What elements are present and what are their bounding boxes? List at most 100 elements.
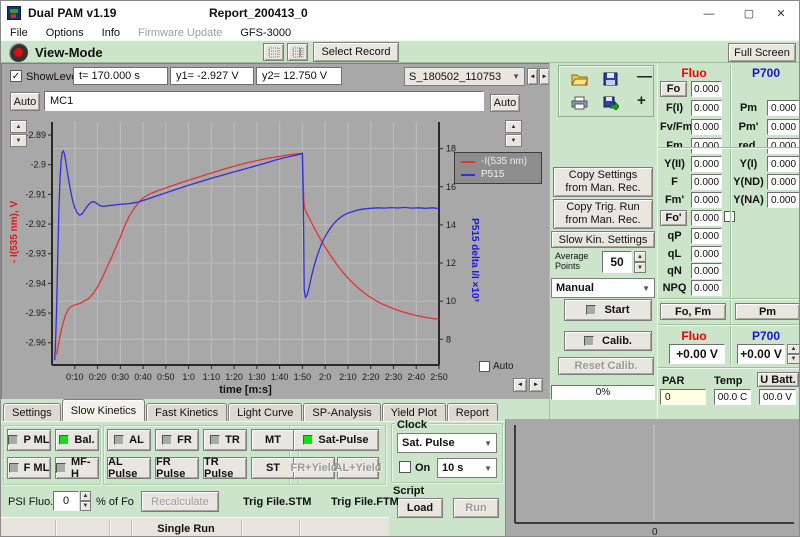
svg-text:10: 10 [446,296,456,306]
measure-value-npq: 0.000 [691,280,722,296]
reset-calib-button[interactable]: Reset Calib. [558,357,654,375]
menu-item-gfs-3000[interactable]: GFS-3000 [231,27,300,39]
minimize-icon[interactable]: — [695,4,723,23]
st-button[interactable]: ST [251,457,295,479]
x-auto-checkbox[interactable] [479,361,490,372]
calib-indicator [584,336,594,346]
save-icon[interactable] [603,72,618,89]
full-screen-button[interactable]: Full Screen [728,43,796,62]
pm-button[interactable]: Pm [735,303,800,320]
svg-text:14: 14 [446,220,456,230]
f-ml-button[interactable]: F ML [7,457,51,479]
al-pulse-button[interactable]: AL Pulse [107,457,151,479]
psi-fluo-field[interactable]: 0 [53,491,79,511]
fr-pulse-button[interactable]: FR Pulse [155,457,199,479]
recalculate-button[interactable]: Recalculate [141,491,219,512]
menu-item-firmware-update[interactable]: Firmware Update [129,27,231,39]
legend-entry: P515 [461,168,535,181]
x-scroll-right-button[interactable]: ► [529,378,543,392]
trigger-mode-select[interactable]: Manual ▼ [551,278,655,298]
button-label: TR [225,434,240,446]
measure-label-red: red. [732,140,765,152]
clock-on-checkbox[interactable] [399,461,411,473]
start-button[interactable]: Start [564,299,652,321]
record-icon[interactable] [9,43,28,62]
al-button[interactable]: AL [107,429,151,451]
file-actions-box: — + [558,65,654,117]
offset-down-icon[interactable]: ▼ [787,354,800,364]
button-label: Sat-Pulse [318,434,368,446]
expand-icon[interactable]: + [637,92,646,109]
mf-h-button[interactable]: MF-H [55,457,99,479]
script-load-button[interactable]: Load [397,498,443,518]
maximize-icon[interactable]: ▢ [735,4,763,23]
export-icon[interactable] [603,96,619,113]
svg-text:1:20: 1:20 [225,372,243,382]
fo-fm-button[interactable]: Fo, Fm [660,303,726,320]
status-divider [241,520,242,537]
slow-kin-settings-button[interactable]: Slow Kin. Settings [551,231,655,248]
fr-button[interactable]: FR [155,429,199,451]
x-auto-label: Auto [493,361,514,372]
menu-item-file[interactable]: File [1,27,37,39]
fr-yield-button[interactable]: FR+Yield [293,457,335,479]
close-icon[interactable]: ✕ [767,4,795,23]
fr-indicator [162,435,172,445]
psi-fluo-up-icon[interactable]: ▲ [80,491,91,501]
copy-trig-line2: from Man. Rec. [565,214,640,227]
tab-report[interactable]: Report [447,403,498,421]
average-points-up-icon[interactable]: ▲ [634,251,646,262]
offset-up-icon[interactable]: ▲ [787,344,800,354]
tab-settings[interactable]: Settings [3,403,61,421]
print-icon[interactable] [571,96,588,113]
copy-settings-button[interactable]: Copy Settings from Man. Rec. [553,167,653,197]
legend-label: P515 [481,169,504,180]
clock-interval-select[interactable]: 10 s ▼ [437,458,497,478]
calib-button[interactable]: Calib. [564,331,652,351]
menu-item-options[interactable]: Options [37,27,93,39]
run-mode-status: Single Run [133,523,239,535]
svg-text:1:30: 1:30 [248,372,266,382]
copy-trig-run-button[interactable]: Copy Trig. Run from Man. Rec. [553,199,653,229]
signal-fluo-header: Fluo [658,329,730,343]
tr-button[interactable]: TR [203,429,247,451]
p-ml-button[interactable]: P ML [7,429,51,451]
x-scroll-left-button[interactable]: ◄ [513,378,527,392]
measure-value-yi: 0.000 [767,156,800,172]
mt-button[interactable]: MT [251,429,295,451]
grid-view-alt-icon[interactable] [287,43,308,61]
clock-mode-select[interactable]: Sat. Pulse ▼ [397,433,497,453]
tab-fast-kinetics[interactable]: Fast Kinetics [146,403,227,421]
average-points-down-icon[interactable]: ▼ [634,262,646,273]
svg-text:- I(535 nm), V: - I(535 nm), V [9,201,20,264]
measure-label-fo[interactable]: Fo [660,81,687,97]
right-axis-down-icon[interactable]: ▼ [505,134,522,147]
column-divider [730,65,731,365]
collapse-icon[interactable]: — [637,68,652,85]
button-label: MF-H [71,456,98,480]
average-points-field[interactable]: 50 [602,251,632,273]
clock-label: Clock [395,419,429,431]
button-label: AL [129,434,144,446]
open-folder-icon[interactable] [571,72,588,89]
tab-strip: SettingsSlow KineticsFast KineticsLight … [1,399,549,421]
ubatt-button[interactable]: U Batt. [757,372,799,387]
script-run-button[interactable]: Run [453,498,499,518]
sat-pulse-button[interactable]: Sat-Pulse [293,429,379,451]
tr-pulse-button[interactable]: TR Pulse [203,457,247,479]
svg-text:-2.93: -2.93 [25,249,46,259]
al-yield-button[interactable]: AL+Yield [337,457,379,479]
menu-item-info[interactable]: Info [93,27,129,39]
right-axis-up-icon[interactable]: ▲ [505,120,522,133]
psi-fluo-down-icon[interactable]: ▼ [80,501,91,511]
grid-view-icon[interactable] [263,43,284,61]
f-ml-indicator [9,463,19,473]
bal--button[interactable]: Bal. [55,429,99,451]
tab-sp-analysis[interactable]: SP-Analysis [303,403,380,421]
tab-light-curve[interactable]: Light Curve [228,403,302,421]
measure-label-fo[interactable]: Fo' [660,210,687,226]
left-axis-down-icon[interactable]: ▼ [10,134,27,147]
left-axis-up-icon[interactable]: ▲ [10,120,27,133]
select-record-button[interactable]: Select Record [313,42,399,62]
tab-slow-kinetics[interactable]: Slow Kinetics [62,399,145,421]
